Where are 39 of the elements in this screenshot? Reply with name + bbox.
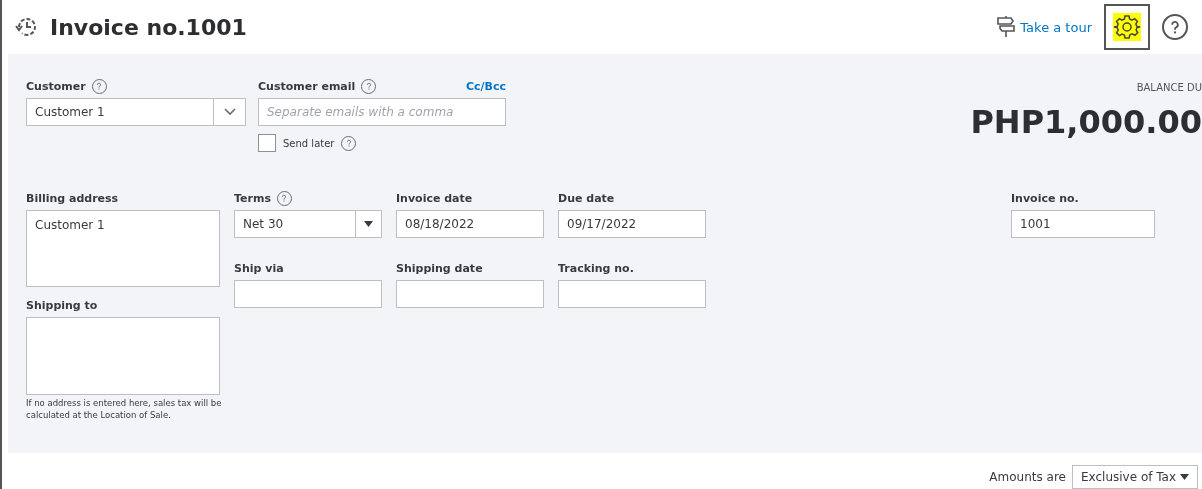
text-field[interactable] (558, 280, 706, 309)
field-label: Shipping to (26, 298, 98, 312)
field-label: Terms (234, 191, 271, 205)
text-field[interactable]: 08/18/2022 (396, 210, 544, 239)
balance-due-label: BALANCE DU (1136, 82, 1202, 94)
text-field[interactable]: 09/17/2022 (558, 210, 706, 239)
take-a-tour-link[interactable]: Take a tour (996, 16, 1092, 39)
amounts-label: Amounts are (989, 470, 1066, 484)
customer-dropdown[interactable]: Customer 1 (26, 98, 246, 127)
send-later-checkbox[interactable] (258, 134, 276, 153)
field-label: Billing address (26, 191, 119, 205)
field-label: Invoice no. (1011, 191, 1079, 205)
invoice-number-field[interactable]: 1001 (1011, 210, 1155, 239)
field-label: Tracking no. (558, 261, 634, 275)
field-label: Customer email (258, 79, 356, 93)
tax-mode-dropdown[interactable]: Exclusive of Tax (1072, 465, 1198, 489)
shipping-address-field[interactable] (26, 317, 220, 396)
caret-icon (1180, 474, 1189, 480)
chevron-down-icon (223, 108, 236, 117)
settings-button[interactable] (1104, 4, 1150, 51)
help-button[interactable] (1162, 14, 1188, 41)
field-label: Customer (26, 79, 86, 93)
field-label: Ship via (234, 261, 284, 275)
terms-dropdown[interactable]: Net 30 (234, 210, 382, 239)
billing-address-field[interactable]: Customer 1 (26, 210, 220, 288)
address-note: If no address is entered here, sales tax will be calculated at the Location of Sale. (26, 397, 223, 422)
signpost-icon (996, 16, 1017, 39)
balance-amount: PHP1,000.00 (970, 103, 1202, 142)
email-field[interactable]: Separate emails with a comma (258, 98, 506, 127)
field-label: Due date (558, 191, 615, 205)
field-label: Invoice date (396, 191, 473, 205)
checkbox-label: Send later (283, 137, 335, 149)
settings-icon (1113, 13, 1141, 42)
cc-bcc-link[interactable]: Cc/Bcc (465, 79, 506, 93)
text-field[interactable] (234, 280, 382, 309)
caret-icon (364, 221, 373, 228)
text-field[interactable] (396, 280, 544, 309)
field-label: Shipping date (396, 261, 483, 275)
page-title: Invoice no.1001 (50, 14, 248, 40)
